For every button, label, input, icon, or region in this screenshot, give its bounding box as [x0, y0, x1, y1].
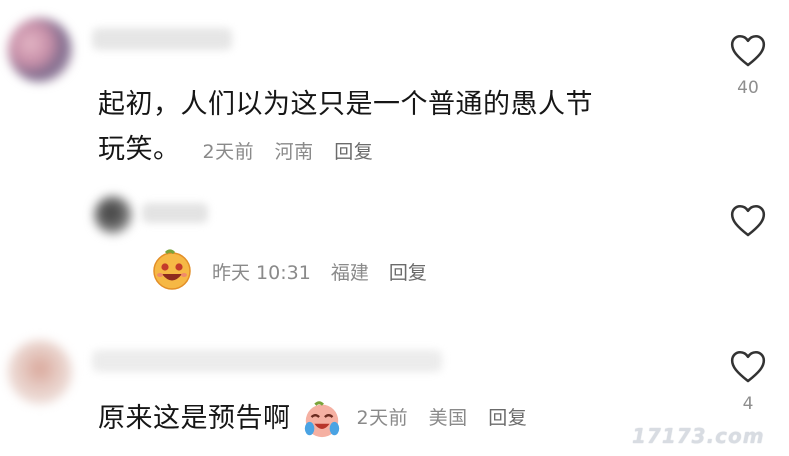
avatar[interactable] — [94, 196, 132, 234]
avatar[interactable] — [8, 340, 72, 404]
like-column: 40 — [718, 32, 778, 98]
comment-location: 福建 — [330, 262, 369, 284]
username[interactable] — [92, 350, 442, 372]
comment-meta: 2天前 美国 回复 — [357, 396, 542, 441]
avatar[interactable] — [8, 18, 72, 82]
comment-line-1: 起初，人们以为这只是一个普通的愚人节 — [98, 89, 593, 120]
comment-meta: 昨天 10:31 福建 回复 — [212, 258, 441, 285]
reply-button[interactable]: 回复 — [488, 407, 527, 429]
like-column: 4 — [718, 348, 778, 414]
comment-line-1: 原来这是预告啊 — [98, 403, 291, 434]
like-count: 4 — [742, 394, 754, 414]
like-column — [718, 202, 778, 248]
username[interactable] — [92, 28, 232, 50]
like-count: 40 — [737, 78, 759, 98]
heart-outline-icon[interactable] — [729, 32, 767, 68]
heart-outline-icon[interactable] — [729, 202, 767, 238]
crying-laughing-face-emoji — [304, 400, 339, 437]
comment-text: 原来这是预告啊 2天前 美国 回复 — [98, 396, 541, 441]
watermark: 17173.com — [632, 424, 765, 448]
username[interactable] — [142, 203, 208, 223]
comment-time: 2天前 — [202, 141, 255, 163]
comment-time: 昨天 10:31 — [212, 262, 311, 284]
comment-text: 起初，人们以为这只是一个普通的愚人节 玩笑。 2天前 河南 回复 — [98, 82, 698, 175]
comment-location: 美国 — [428, 407, 468, 429]
reply-button[interactable]: 回复 — [389, 262, 427, 284]
heart-outline-icon[interactable] — [729, 348, 767, 384]
comment-line-2: 玩笑。 2天前 河南 回复 — [98, 127, 698, 175]
comment-meta: 2天前 河南 回复 — [203, 130, 388, 175]
comment-line-2-text: 玩笑。 — [98, 134, 181, 165]
laughing-face-emoji — [153, 249, 191, 290]
comment-location: 河南 — [274, 141, 314, 163]
reply-button[interactable]: 回复 — [334, 141, 373, 163]
comment-time: 2天前 — [356, 407, 409, 429]
